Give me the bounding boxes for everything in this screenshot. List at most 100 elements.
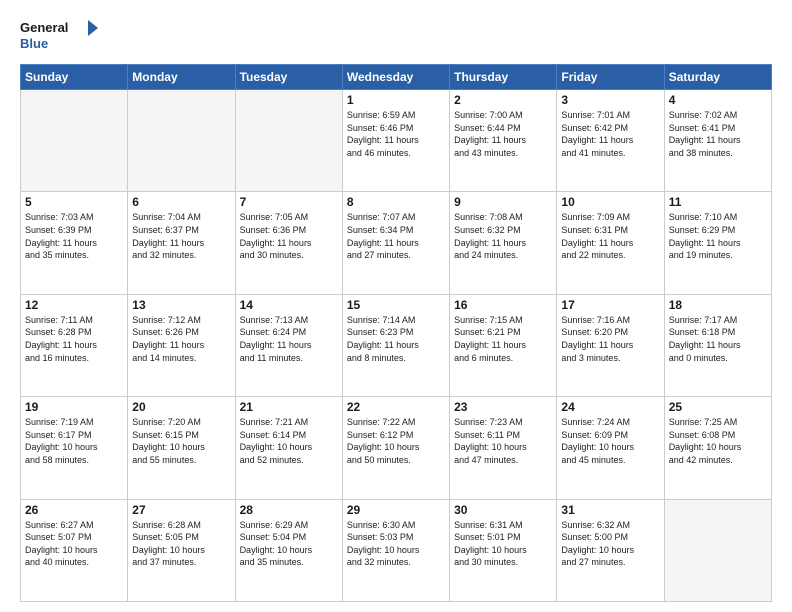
day-info: Sunrise: 7:19 AM Sunset: 6:17 PM Dayligh… [25,416,123,466]
calendar-cell [21,90,128,192]
day-info: Sunrise: 7:07 AM Sunset: 6:34 PM Dayligh… [347,211,445,261]
day-info: Sunrise: 7:10 AM Sunset: 6:29 PM Dayligh… [669,211,767,261]
day-info: Sunrise: 7:23 AM Sunset: 6:11 PM Dayligh… [454,416,552,466]
day-number: 24 [561,400,659,414]
svg-text:Blue: Blue [20,36,48,51]
day-info: Sunrise: 7:24 AM Sunset: 6:09 PM Dayligh… [561,416,659,466]
weekday-sunday: Sunday [21,65,128,90]
logo: General Blue [20,18,100,54]
day-info: Sunrise: 7:14 AM Sunset: 6:23 PM Dayligh… [347,314,445,364]
day-number: 14 [240,298,338,312]
calendar-cell [664,499,771,601]
day-info: Sunrise: 7:00 AM Sunset: 6:44 PM Dayligh… [454,109,552,159]
calendar-cell: 3 Sunrise: 7:01 AM Sunset: 6:42 PM Daylig… [557,90,664,192]
day-info: Sunrise: 7:17 AM Sunset: 6:18 PM Dayligh… [669,314,767,364]
calendar-cell: 5Sunrise: 7:03 AM Sunset: 6:39 PM Daylig… [21,192,128,294]
calendar-cell: 1Sunrise: 6:59 AM Sunset: 6:46 PM Daylig… [342,90,449,192]
calendar-cell: 20Sunrise: 7:20 AM Sunset: 6:15 PM Dayli… [128,397,235,499]
weekday-thursday: Thursday [450,65,557,90]
weekday-wednesday: Wednesday [342,65,449,90]
weekday-monday: Monday [128,65,235,90]
calendar-cell: 16 Sunrise: 7:15 AM Sunset: 6:21 PM Dayli… [450,294,557,396]
day-number: 5 [25,195,123,209]
day-info: Sunrise: 7:11 AM Sunset: 6:28 PM Dayligh… [25,314,123,364]
day-number: 16 [454,298,552,312]
day-info: Sunrise: 6:29 AM Sunset: 5:04 PM Dayligh… [240,519,338,569]
page: General Blue SundayMondayTuesdayWednesda… [0,0,792,612]
calendar-cell: 12 Sunrise: 7:11 AM Sunset: 6:28 PM Dayli… [21,294,128,396]
day-number: 6 [132,195,230,209]
day-number: 13 [132,298,230,312]
calendar-cell: 22 Sunrise: 7:22 AM Sunset: 6:12 PM Dayli… [342,397,449,499]
day-number: 9 [454,195,552,209]
logo-icon: General Blue [20,18,100,54]
calendar-cell: 14 Sunrise: 7:13 AM Sunset: 6:24 PM Dayli… [235,294,342,396]
day-number: 10 [561,195,659,209]
calendar-cell: 27 Sunrise: 6:28 AM Sunset: 5:05 PM Dayli… [128,499,235,601]
weekday-tuesday: Tuesday [235,65,342,90]
weekday-saturday: Saturday [664,65,771,90]
week-row-5: 26Sunrise: 6:27 AM Sunset: 5:07 PM Dayli… [21,499,772,601]
day-number: 3 [561,93,659,107]
day-number: 11 [669,195,767,209]
day-number: 29 [347,503,445,517]
day-number: 7 [240,195,338,209]
calendar-cell: 26Sunrise: 6:27 AM Sunset: 5:07 PM Dayli… [21,499,128,601]
day-info: Sunrise: 7:05 AM Sunset: 6:36 PM Dayligh… [240,211,338,261]
calendar-cell: 2Sunrise: 7:00 AM Sunset: 6:44 PM Daylig… [450,90,557,192]
day-info: Sunrise: 7:22 AM Sunset: 6:12 PM Dayligh… [347,416,445,466]
calendar-cell: 28 Sunrise: 6:29 AM Sunset: 5:04 PM Dayli… [235,499,342,601]
calendar-cell: 10Sunrise: 7:09 AM Sunset: 6:31 PM Dayli… [557,192,664,294]
day-number: 28 [240,503,338,517]
day-number: 22 [347,400,445,414]
day-number: 30 [454,503,552,517]
day-info: Sunrise: 7:21 AM Sunset: 6:14 PM Dayligh… [240,416,338,466]
day-info: Sunrise: 6:31 AM Sunset: 5:01 PM Dayligh… [454,519,552,569]
calendar-cell: 18 Sunrise: 7:17 AM Sunset: 6:18 PM Dayli… [664,294,771,396]
calendar-cell: 11 Sunrise: 7:10 AM Sunset: 6:29 PM Dayli… [664,192,771,294]
calendar-cell: 29 Sunrise: 6:30 AM Sunset: 5:03 PM Dayli… [342,499,449,601]
day-number: 21 [240,400,338,414]
day-number: 17 [561,298,659,312]
calendar-table: SundayMondayTuesdayWednesdayThursdayFrid… [20,64,772,602]
day-number: 8 [347,195,445,209]
day-info: Sunrise: 7:13 AM Sunset: 6:24 PM Dayligh… [240,314,338,364]
day-info: Sunrise: 7:01 AM Sunset: 6:42 PM Dayligh… [561,109,659,159]
day-info: Sunrise: 7:02 AM Sunset: 6:41 PM Dayligh… [669,109,767,159]
day-number: 19 [25,400,123,414]
day-info: Sunrise: 7:15 AM Sunset: 6:21 PM Dayligh… [454,314,552,364]
calendar-cell: 7 Sunrise: 7:05 AM Sunset: 6:36 PM Daylig… [235,192,342,294]
day-info: Sunrise: 6:30 AM Sunset: 5:03 PM Dayligh… [347,519,445,569]
week-row-1: 1Sunrise: 6:59 AM Sunset: 6:46 PM Daylig… [21,90,772,192]
svg-text:General: General [20,20,68,35]
day-number: 12 [25,298,123,312]
day-number: 15 [347,298,445,312]
day-info: Sunrise: 7:04 AM Sunset: 6:37 PM Dayligh… [132,211,230,261]
calendar-cell: 8 Sunrise: 7:07 AM Sunset: 6:34 PM Daylig… [342,192,449,294]
calendar-cell: 23 Sunrise: 7:23 AM Sunset: 6:11 PM Dayli… [450,397,557,499]
calendar-cell: 4 Sunrise: 7:02 AM Sunset: 6:41 PM Daylig… [664,90,771,192]
calendar-cell [235,90,342,192]
calendar-cell: 15 Sunrise: 7:14 AM Sunset: 6:23 PM Dayli… [342,294,449,396]
weekday-header-row: SundayMondayTuesdayWednesdayThursdayFrid… [21,65,772,90]
calendar-cell: 21 Sunrise: 7:21 AM Sunset: 6:14 PM Dayli… [235,397,342,499]
header: General Blue [20,18,772,54]
day-info: Sunrise: 6:32 AM Sunset: 5:00 PM Dayligh… [561,519,659,569]
calendar-cell: 17 Sunrise: 7:16 AM Sunset: 6:20 PM Dayli… [557,294,664,396]
day-number: 18 [669,298,767,312]
calendar-cell: 13Sunrise: 7:12 AM Sunset: 6:26 PM Dayli… [128,294,235,396]
day-number: 27 [132,503,230,517]
day-info: Sunrise: 6:28 AM Sunset: 5:05 PM Dayligh… [132,519,230,569]
day-info: Sunrise: 7:16 AM Sunset: 6:20 PM Dayligh… [561,314,659,364]
day-number: 31 [561,503,659,517]
day-info: Sunrise: 7:20 AM Sunset: 6:15 PM Dayligh… [132,416,230,466]
calendar-cell: 19 Sunrise: 7:19 AM Sunset: 6:17 PM Dayli… [21,397,128,499]
day-number: 4 [669,93,767,107]
calendar-cell: 9Sunrise: 7:08 AM Sunset: 6:32 PM Daylig… [450,192,557,294]
week-row-3: 12 Sunrise: 7:11 AM Sunset: 6:28 PM Dayli… [21,294,772,396]
calendar-cell: 31 Sunrise: 6:32 AM Sunset: 5:00 PM Dayli… [557,499,664,601]
day-info: Sunrise: 6:27 AM Sunset: 5:07 PM Dayligh… [25,519,123,569]
day-number: 23 [454,400,552,414]
day-number: 25 [669,400,767,414]
calendar-cell: 30 Sunrise: 6:31 AM Sunset: 5:01 PM Dayli… [450,499,557,601]
